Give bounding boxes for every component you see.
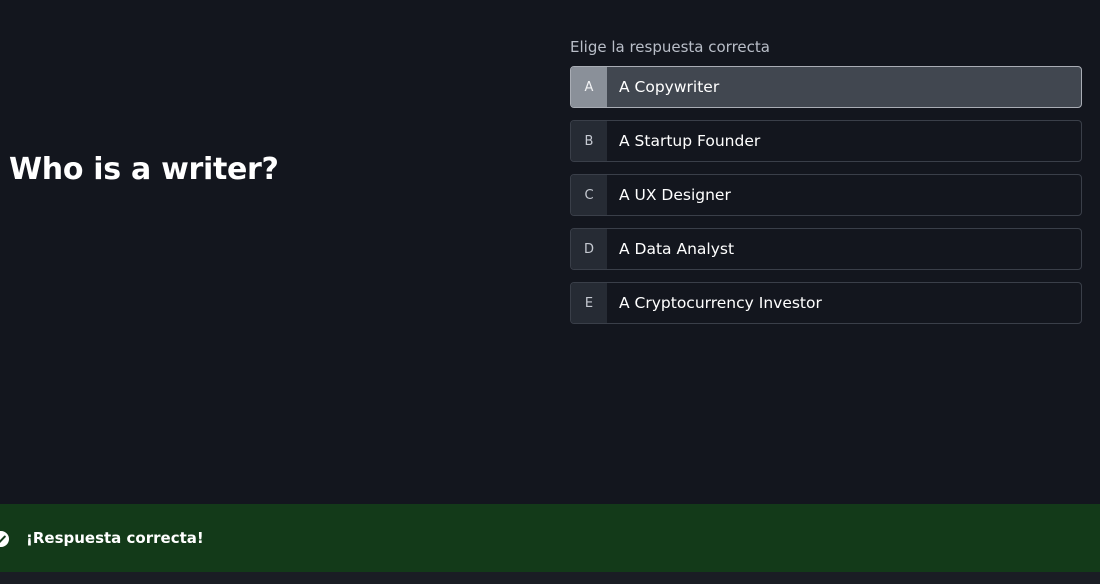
option-label: A UX Designer	[619, 186, 731, 204]
answer-option-d[interactable]: D A Data Analyst	[570, 228, 1082, 270]
option-key: D	[571, 229, 607, 269]
answer-options: A A Copywriter B A Startup Founder C A U…	[570, 66, 1082, 336]
option-key: B	[571, 121, 607, 161]
quiz-page: Who is a writer? Elige la respuesta corr…	[0, 0, 1100, 584]
option-key: C	[571, 175, 607, 215]
option-label: A Data Analyst	[619, 240, 735, 258]
option-label: A Copywriter	[619, 78, 720, 96]
answer-option-c[interactable]: C A UX Designer	[570, 174, 1082, 216]
check-circle-icon	[0, 531, 9, 547]
question-title: Who is a writer?	[9, 152, 279, 187]
answer-option-a[interactable]: A A Copywriter	[570, 66, 1082, 108]
option-label: A Startup Founder	[619, 132, 761, 150]
answer-prompt: Elige la respuesta correcta	[570, 38, 770, 56]
option-key: E	[571, 283, 607, 323]
bottom-bar	[0, 572, 1100, 584]
feedback-banner: ¡Respuesta correcta!	[0, 504, 1100, 572]
feedback-message: ¡Respuesta correcta!	[26, 529, 204, 547]
option-label: A Cryptocurrency Investor	[619, 294, 822, 312]
option-key: A	[571, 67, 607, 107]
answer-option-e[interactable]: E A Cryptocurrency Investor	[570, 282, 1082, 324]
answer-option-b[interactable]: B A Startup Founder	[570, 120, 1082, 162]
